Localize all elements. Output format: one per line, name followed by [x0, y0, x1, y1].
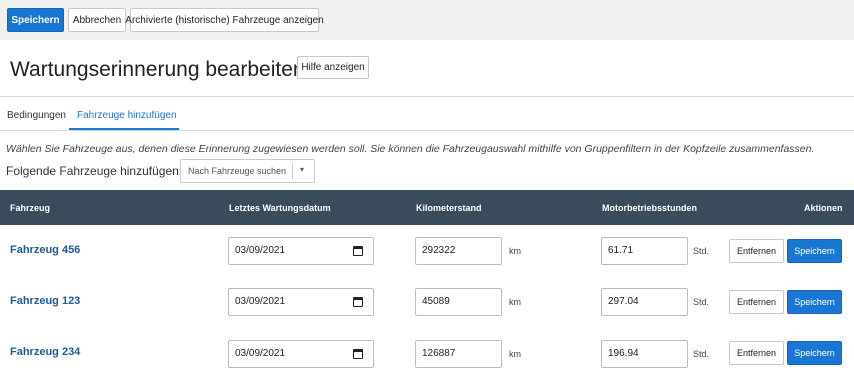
mileage-input[interactable]: 126887	[415, 340, 502, 368]
vehicle-search-select[interactable]: Nach Fahrzeuge suchen ▾	[180, 159, 315, 183]
info-text: Wählen Sie Fahrzeuge aus, denen diese Er…	[6, 143, 815, 155]
column-header-mileage: Kilometerstand	[416, 203, 482, 213]
hours-unit: Std.	[693, 246, 710, 256]
km-unit: km	[509, 349, 521, 359]
cancel-button[interactable]: Abbrechen	[68, 8, 126, 32]
remove-button[interactable]: Entfernen	[729, 239, 784, 263]
tab-add-vehicles[interactable]: Fahrzeuge hinzufügen	[77, 110, 177, 121]
last-service-date-input[interactable]: 03/09/2021	[228, 288, 374, 316]
km-unit: km	[509, 246, 521, 256]
add-vehicles-label: Folgende Fahrzeuge hinzufügen:	[6, 164, 183, 178]
engine-hours-value: 297.04	[608, 296, 639, 307]
mileage-input[interactable]: 45089	[415, 288, 502, 316]
remove-button[interactable]: Entfernen	[729, 290, 784, 314]
divider	[0, 96, 854, 97]
column-header-last-service-date: Letztes Wartungsdatum	[229, 203, 331, 213]
engine-hours-value: 61.71	[608, 245, 634, 256]
date-value: 03/09/2021	[235, 245, 286, 256]
date-value: 03/09/2021	[235, 296, 286, 307]
km-unit: km	[509, 297, 521, 307]
row-save-button[interactable]: Speichern	[787, 290, 842, 314]
vehicle-link[interactable]: Fahrzeug 456	[10, 244, 80, 256]
chevron-down-icon[interactable]: ▾	[300, 165, 304, 174]
last-service-date-input[interactable]: 03/09/2021	[228, 340, 374, 368]
engine-hours-input[interactable]: 297.04	[601, 288, 688, 316]
page-title: Wartungserinnerung bearbeiten	[10, 58, 305, 81]
table-row: Fahrzeug 123 03/09/2021 45089 km 297.04 …	[0, 276, 854, 327]
calendar-icon[interactable]	[353, 297, 363, 307]
mileage-input[interactable]: 292322	[415, 237, 502, 265]
vehicle-link[interactable]: Fahrzeug 123	[10, 295, 80, 307]
mileage-value: 126887	[422, 348, 456, 359]
remove-button[interactable]: Entfernen	[729, 341, 784, 365]
engine-hours-value: 196.94	[608, 348, 639, 359]
mileage-value: 292322	[422, 245, 456, 256]
table-row: Fahrzeug 456 03/09/2021 292322 km 61.71 …	[0, 225, 854, 276]
tabs-divider	[0, 130, 854, 131]
column-header-vehicle: Fahrzeug	[10, 203, 51, 213]
select-separator	[292, 163, 293, 179]
calendar-icon[interactable]	[353, 349, 363, 359]
engine-hours-input[interactable]: 196.94	[601, 340, 688, 368]
engine-hours-input[interactable]: 61.71	[601, 237, 688, 265]
vehicle-search-placeholder: Nach Fahrzeuge suchen	[188, 166, 287, 176]
table-row: Fahrzeug 234 03/09/2021 126887 km 196.94…	[0, 327, 854, 378]
save-button[interactable]: Speichern	[7, 8, 64, 32]
show-archived-vehicles-button[interactable]: Archivierte (historische) Fahrzeuge anze…	[125, 8, 324, 32]
table-header: Fahrzeug Letztes Wartungsdatum Kilometer…	[0, 190, 854, 225]
hours-unit: Std.	[693, 297, 710, 307]
calendar-icon[interactable]	[353, 246, 363, 256]
toolbar: Speichern Abbrechen Archivierte (histori…	[0, 0, 854, 40]
column-header-actions: Aktionen	[804, 203, 843, 213]
last-service-date-input[interactable]: 03/09/2021	[228, 237, 374, 265]
vehicle-link[interactable]: Fahrzeug 234	[10, 346, 80, 358]
show-help-button[interactable]: Hilfe anzeigen	[297, 56, 369, 79]
date-value: 03/09/2021	[235, 348, 286, 359]
row-save-button[interactable]: Speichern	[787, 341, 842, 365]
hours-unit: Std.	[693, 349, 710, 359]
mileage-value: 45089	[422, 296, 450, 307]
row-save-button[interactable]: Speichern	[787, 239, 842, 263]
column-header-engine-hours: Motorbetriebsstunden	[602, 203, 698, 213]
tab-conditions[interactable]: Bedingungen	[7, 110, 66, 121]
